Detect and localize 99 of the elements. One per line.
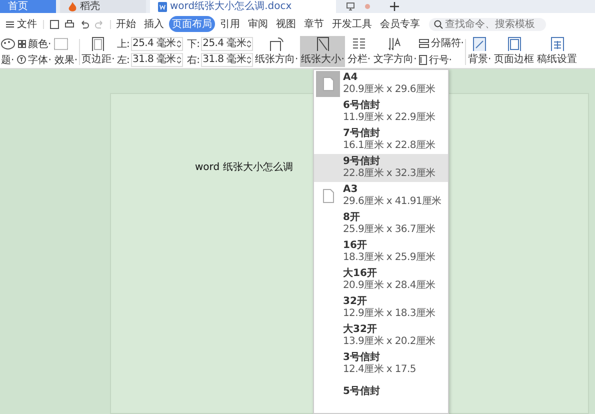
paper-size-item[interactable]: 7号信封 16.1厘米 x 22.8厘米 xyxy=(314,126,448,154)
paper-size-item[interactable]: 大32开 13.9厘米 x 20.2厘米 xyxy=(314,322,448,350)
page-size-icon xyxy=(316,37,329,51)
ribbon-tool-button[interactable]: 行号· xyxy=(418,53,464,67)
paper-size-dimensions: 29.6厘米 x 41.91厘米 xyxy=(343,196,442,208)
rotate-page-icon xyxy=(270,37,284,51)
margin-field[interactable]: 31.8 毫米 xyxy=(130,52,183,66)
menu-icon xyxy=(6,20,14,28)
effect-button[interactable]: 效果· xyxy=(54,52,78,66)
flame-icon xyxy=(68,2,77,12)
paper-size-name: 7号信封 xyxy=(343,128,381,140)
paper-size-dimensions: 11.9厘米 x 22.9厘米 xyxy=(343,112,436,124)
ribbon-tab[interactable]: 视图 xyxy=(273,16,299,32)
monitor-icon[interactable] xyxy=(346,2,355,11)
ribbon-tab[interactable]: 会员专享 xyxy=(377,16,423,32)
paper-size-name: 32开 xyxy=(343,296,368,308)
margin-label: 右: xyxy=(186,54,200,66)
margins-button[interactable]: 页边距· xyxy=(80,36,116,67)
margin-label: 上: xyxy=(116,38,130,50)
paper-size-item[interactable]: 16开 18.3厘米 x 25.9厘米 xyxy=(314,238,448,266)
paper-size-dimensions: 18.3厘米 x 25.9厘米 xyxy=(343,252,436,264)
ribbon-tab[interactable]: 章节 xyxy=(301,16,327,32)
paper-size-name: 3号信封 xyxy=(343,352,381,364)
grid-paper-icon xyxy=(550,37,564,51)
effect-icon[interactable] xyxy=(54,38,68,50)
columns-icon xyxy=(352,37,366,51)
grid-icon xyxy=(18,40,26,48)
theme-button[interactable]: 题· xyxy=(1,52,14,66)
text-direction-icon xyxy=(388,37,402,51)
ribbon-tab[interactable]: 插入 xyxy=(141,16,167,32)
tab[interactable]: 首页 xyxy=(0,0,56,13)
ribbon-tool-button[interactable]: 背景· xyxy=(466,36,492,67)
paper-size-name: 5号信封 xyxy=(343,386,380,398)
dot-icon xyxy=(365,4,370,9)
background-icon xyxy=(473,37,486,51)
paper-size-name: 6号信封 xyxy=(343,100,381,112)
save-icon[interactable] xyxy=(50,20,59,28)
search-field[interactable]: 查找命令、搜索模板 xyxy=(429,18,546,30)
paper-size-dimensions: 25.9厘米 x 36.7厘米 xyxy=(343,224,436,236)
search-icon xyxy=(434,20,443,28)
paper-size-dimensions: 20.9厘米 x 28.4厘米 xyxy=(343,280,436,292)
ribbon-tool-button[interactable]: 分栏· xyxy=(346,36,372,67)
ribbon-tool-button[interactable]: 分隔符· xyxy=(418,36,464,50)
color-button[interactable]: 颜色· xyxy=(18,36,52,50)
paper-size-name: A4 xyxy=(343,72,359,84)
font-icon xyxy=(17,55,26,64)
paper-size-item[interactable]: 大16开 20.9厘米 x 28.4厘米 xyxy=(314,266,448,294)
spinner-icon xyxy=(247,56,252,64)
paper-size-item[interactable]: 5号信封 xyxy=(314,378,448,406)
break-icon xyxy=(418,38,429,48)
paper-size-item[interactable]: 32开 12.9厘米 x 18.3厘米 xyxy=(314,294,448,322)
ribbon-tab[interactable]: 开始 xyxy=(113,16,139,32)
file-menu[interactable]: 文件 xyxy=(2,17,41,31)
margin-field[interactable]: 25.4 毫米 xyxy=(200,36,254,50)
ribbon-tab[interactable]: 页面布局 xyxy=(169,16,215,32)
margin-label: 左: xyxy=(116,54,130,66)
margin-field[interactable]: 25.4 毫米 xyxy=(130,36,183,50)
paper-size-dimensions: 22.8厘米 x 32.3厘米 xyxy=(343,168,436,180)
spinner-icon xyxy=(247,40,252,48)
document-text: word 纸张大小怎么调 xyxy=(195,160,293,174)
spinner-icon xyxy=(176,40,181,48)
paper-size-dimensions: 16.1厘米 x 22.8厘米 xyxy=(343,140,436,152)
ribbon-tab[interactable]: 审阅 xyxy=(245,16,271,32)
paper-size-item[interactable]: A4 20.9厘米 x 29.6厘米 xyxy=(314,70,448,98)
ribbon-tab[interactable]: 引用 xyxy=(217,16,243,32)
tab[interactable]: 稻壳 xyxy=(60,0,146,13)
ribbon-tool-button[interactable]: 文字方向· xyxy=(372,36,418,67)
undo-icon[interactable] xyxy=(80,20,89,28)
paper-size-item[interactable]: 9号信封 22.8厘米 x 32.3厘米 xyxy=(314,154,448,182)
new-tab-icon[interactable] xyxy=(390,2,399,11)
font-button[interactable]: 字体· xyxy=(17,52,52,66)
paper-size-dimensions: 12.9厘米 x 18.3厘米 xyxy=(343,308,436,320)
palette-icon[interactable] xyxy=(1,38,15,50)
paper-size-dimensions: 13.9厘米 x 20.2厘米 xyxy=(343,336,436,348)
page-icon xyxy=(92,37,104,51)
page-border-icon xyxy=(508,37,521,51)
paper-size-name: A3 xyxy=(343,184,359,196)
paper-size-name: 16开 xyxy=(343,240,368,252)
ribbon-tool-button[interactable]: 纸张大小· xyxy=(300,36,346,67)
margin-label: 下: xyxy=(186,38,200,50)
print-icon[interactable] xyxy=(65,20,74,28)
paper-size-item[interactable]: A3 29.6厘米 x 41.91厘米 xyxy=(314,182,448,210)
paper-size-dimensions: 20.9厘米 x 29.6厘米 xyxy=(343,84,436,96)
paper-size-item[interactable]: 8开 25.9厘米 x 36.7厘米 xyxy=(314,210,448,238)
paper-size-name: 大16开 xyxy=(343,268,378,280)
ribbon-tool-button[interactable]: 稿纸设置 xyxy=(536,36,578,67)
paper-size-name: 9号信封 xyxy=(343,156,381,168)
spinner-icon xyxy=(176,56,181,64)
paper-size-name: 大32开 xyxy=(343,324,378,336)
ribbon-tool-button[interactable]: 页面边框 xyxy=(493,36,536,67)
ribbon-tool-button[interactable]: 纸张方向· xyxy=(254,36,300,67)
paper-size-item[interactable]: 6号信封 11.9厘米 x 22.9厘米 xyxy=(314,98,448,126)
line-number-icon xyxy=(418,55,427,65)
margin-field[interactable]: 31.8 毫米 xyxy=(200,52,254,66)
tab[interactable]: word纸张大小怎么调.docx xyxy=(150,0,336,13)
paper-size-item[interactable]: 3号信封 12.4厘米 x 17.5 xyxy=(314,350,448,378)
paper-size-dimensions: 12.4厘米 x 17.5 xyxy=(343,364,416,376)
ribbon-tab[interactable]: 开发工具 xyxy=(329,16,375,32)
paper-size-name: 8开 xyxy=(343,212,361,224)
